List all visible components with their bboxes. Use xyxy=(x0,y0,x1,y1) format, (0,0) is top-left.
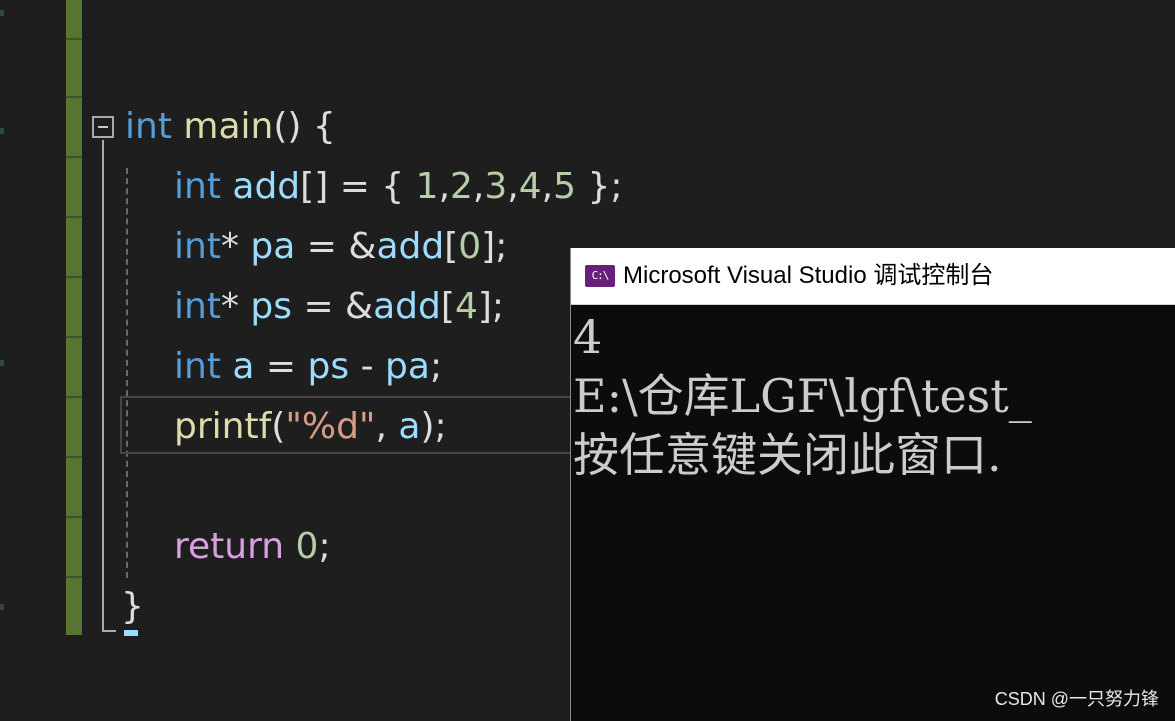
code-token: () { xyxy=(273,106,336,147)
code-token: 3 xyxy=(484,166,508,207)
code-token: , xyxy=(472,166,485,207)
console-output-line: E:\仓库LGF\lgf\test_ xyxy=(573,369,1032,423)
code-line[interactable]: int main() { xyxy=(125,97,336,157)
code-token: int xyxy=(174,286,221,327)
console-title: Microsoft Visual Studio 调试控制台 xyxy=(623,262,994,289)
code-line[interactable]: int add[] = { 1,2,3,4,5 }; xyxy=(174,157,622,217)
code-token: } xyxy=(121,586,144,627)
code-token: return xyxy=(174,526,285,567)
code-token: ; xyxy=(429,346,443,387)
code-token: ( xyxy=(271,406,286,447)
code-line[interactable]: } xyxy=(121,577,144,637)
watermark: CSDN @一只努力锋 xyxy=(994,689,1159,709)
code-token: 4 xyxy=(518,166,542,207)
code-token: ps xyxy=(307,346,350,387)
margin-marker xyxy=(0,360,4,366)
code-token: main xyxy=(183,106,274,147)
code-token: 0 xyxy=(295,526,319,567)
code-token: int xyxy=(174,226,221,267)
console-app-icon: C:\ xyxy=(585,265,615,287)
debug-console-window[interactable]: C:\ Microsoft Visual Studio 调试控制台 4 E:\仓… xyxy=(570,248,1175,721)
code-token: * xyxy=(220,286,251,327)
code-token: 4 xyxy=(454,286,478,327)
code-token: a xyxy=(398,406,421,447)
change-tracking-bar xyxy=(66,0,82,635)
code-token: , xyxy=(438,166,451,207)
code-line[interactable]: int a = ps - pa; xyxy=(174,337,442,397)
code-token: printf xyxy=(174,406,272,447)
code-token: a xyxy=(232,346,255,387)
code-token: ]; xyxy=(481,226,508,267)
code-line[interactable]: return 0; xyxy=(174,517,331,577)
code-token: add xyxy=(376,226,445,267)
margin-marker xyxy=(0,10,4,16)
indent-guide xyxy=(126,168,128,578)
code-token: "%d" xyxy=(285,406,376,447)
collapse-toggle-icon[interactable] xyxy=(92,116,114,138)
code-token: [] = { xyxy=(300,166,416,207)
code-token: , xyxy=(507,166,519,207)
margin-marker xyxy=(0,128,4,134)
console-output-line: 4 xyxy=(573,310,603,364)
code-token: , xyxy=(375,406,399,447)
code-token: pa xyxy=(250,226,296,267)
code-token: = & xyxy=(292,286,374,327)
code-token: * xyxy=(220,226,251,267)
code-token: [ xyxy=(440,286,455,327)
console-output[interactable]: 4 E:\仓库LGF\lgf\test_ 按任意键关闭此窗口. xyxy=(571,308,1175,485)
margin-marker xyxy=(0,604,4,610)
code-token: ); xyxy=(420,406,447,447)
code-token: 5 xyxy=(553,166,576,207)
code-token: 0 xyxy=(458,226,482,267)
text-cursor xyxy=(124,630,138,636)
code-token: ]; xyxy=(477,286,505,327)
code-token: 1 xyxy=(415,166,439,207)
code-token: int xyxy=(125,106,172,147)
code-token: ps xyxy=(250,286,292,327)
code-token: - xyxy=(349,346,386,387)
fold-region-line xyxy=(102,140,104,632)
code-token: [ xyxy=(444,226,459,267)
code-token: ; xyxy=(318,526,331,567)
code-token: = xyxy=(254,346,308,387)
code-token: 2 xyxy=(450,166,473,207)
code-token: int xyxy=(174,166,221,207)
code-line[interactable]: printf("%d", a); xyxy=(174,397,447,457)
code-line[interactable]: int* ps = &add[4]; xyxy=(174,277,504,337)
code-token: }; xyxy=(576,166,623,207)
code-line[interactable]: int* pa = &add[0]; xyxy=(174,217,507,277)
console-output-line: 按任意键关闭此窗口. xyxy=(573,428,1002,482)
code-token: add xyxy=(232,166,301,207)
code-token: int xyxy=(174,346,221,387)
fold-region-end xyxy=(102,630,116,632)
code-token: add xyxy=(373,286,441,327)
code-token: = & xyxy=(295,226,377,267)
code-token: , xyxy=(541,166,554,207)
code-token: pa xyxy=(385,346,430,387)
console-titlebar[interactable]: C:\ Microsoft Visual Studio 调试控制台 xyxy=(571,248,1175,305)
